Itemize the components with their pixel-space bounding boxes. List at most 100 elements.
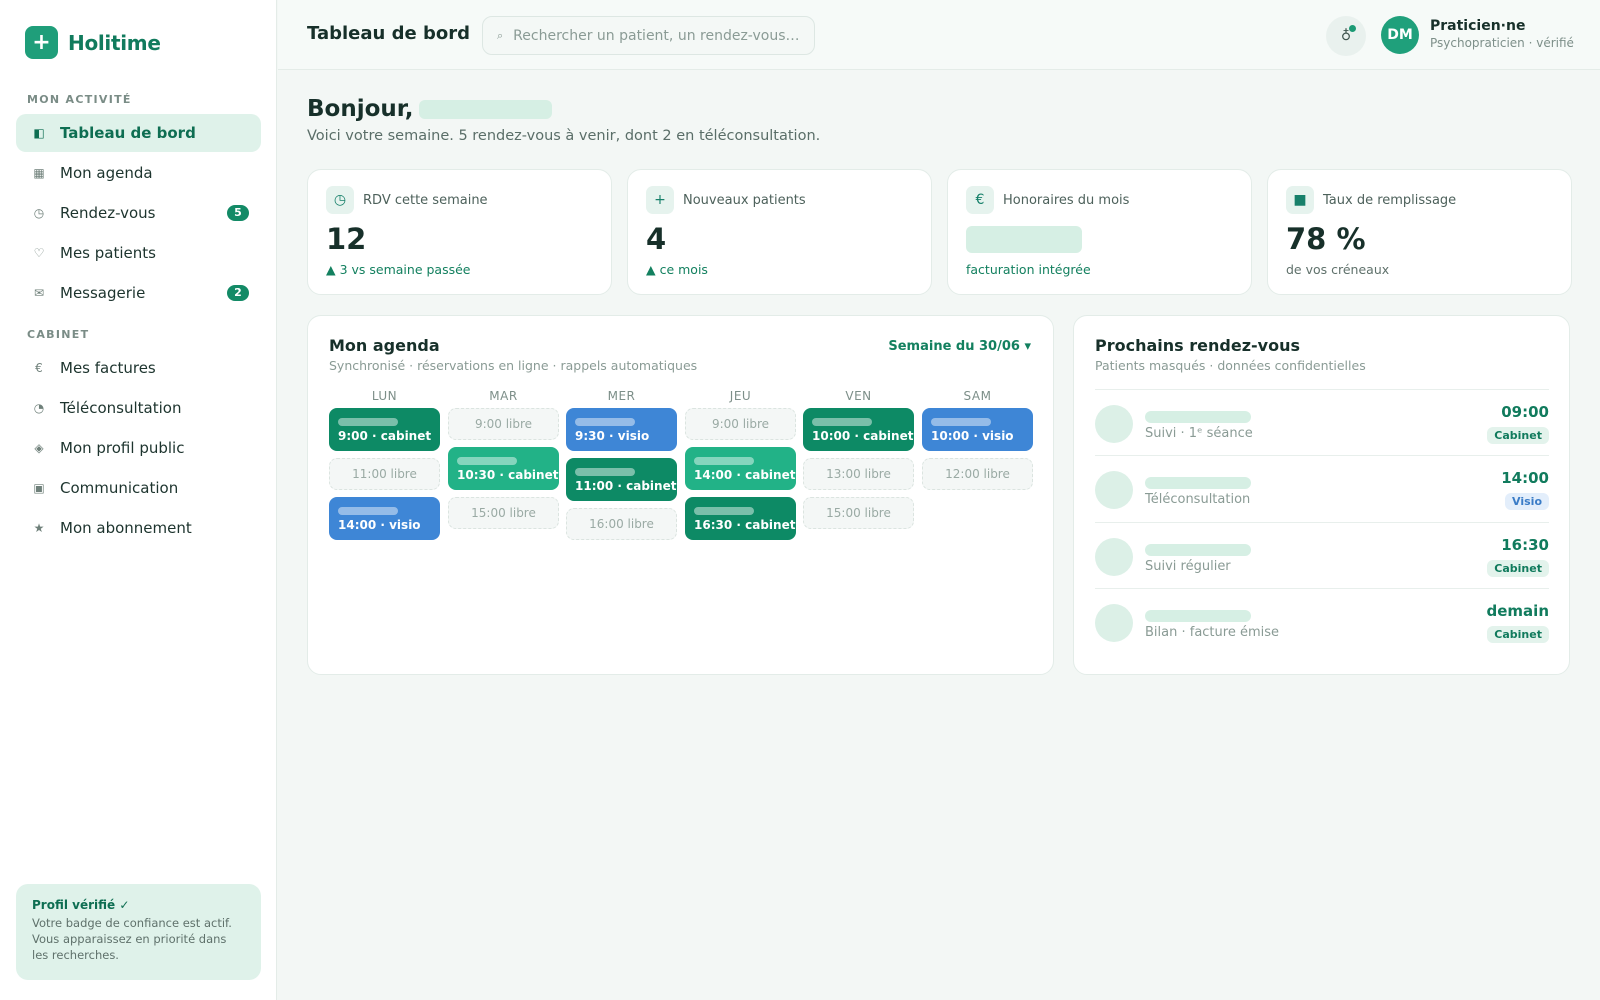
sidebar-item-label: Rendez-vous [60, 204, 156, 222]
appointment-type: Suivi régulier [1145, 559, 1231, 574]
appointment-time: 16:30 [1501, 536, 1549, 554]
day-label: MER [607, 389, 636, 403]
sidebar-item-label: Communication [60, 479, 179, 497]
logo[interactable]: + Holitime [25, 26, 161, 59]
sidebar-item-teleconsultation[interactable]: ◔ Téléconsultation [16, 389, 261, 427]
masked-patient [812, 418, 872, 426]
free-slot[interactable]: 9:00 libre [685, 408, 796, 440]
stat-card-fill-rate: ■ Taux de remplissage 78 % de vos crénea… [1267, 169, 1572, 295]
sidebar-item-invoices[interactable]: € Mes factures [16, 349, 261, 387]
section-label-activity: MON ACTIVITÉ [27, 93, 132, 106]
clock-icon: ◷ [33, 206, 45, 220]
masked-patient [694, 507, 754, 515]
euro-icon: € [35, 361, 43, 375]
masked-patient [338, 418, 398, 426]
video-icon: ◔ [33, 401, 45, 415]
sidebar-item-messages[interactable]: ✉ Messagerie 2 [16, 274, 261, 312]
clock-icon: ◷ [326, 186, 354, 214]
slot-text: 14:00 · cabinet [694, 468, 796, 482]
day-column-thu: JEU 9:00 libre 14:00 · cabinet 16:30 · c… [685, 386, 796, 540]
appointment-slot[interactable]: 11:00 · cabinet [566, 458, 677, 501]
appointment-slot[interactable]: 10:00 · cabinet [803, 408, 914, 451]
messages-count-badge: 2 [227, 285, 249, 301]
appointment-time: demain [1486, 602, 1549, 620]
free-slot[interactable]: 16:00 libre [566, 508, 677, 540]
appointment-slot[interactable]: 9:30 · visio [566, 408, 677, 451]
list-item[interactable]: Suivi régulier 16:30 Cabinet [1095, 522, 1549, 588]
plus-icon: + [646, 186, 674, 214]
plus-logo-icon: + [25, 26, 58, 59]
status-badge: Visio [1505, 493, 1549, 510]
slot-text: 10:00 · visio [931, 429, 1014, 443]
free-slot[interactable]: 13:00 libre [803, 458, 914, 490]
slot-text: 9:30 · visio [575, 429, 650, 443]
stat-label: RDV cette semaine [363, 193, 488, 208]
list-item[interactable]: Suivi · 1ᵉ séance 09:00 Cabinet [1095, 389, 1549, 455]
appointment-slot[interactable]: 16:30 · cabinet [685, 497, 796, 540]
sidebar-item-label: Mes patients [60, 244, 156, 262]
sidebar-item-public-profile[interactable]: ◈ Mon profil public [16, 429, 261, 467]
stat-value: 78 % [1286, 222, 1366, 256]
sidebar-item-label: Tableau de bord [60, 124, 196, 142]
sidebar-item-subscription[interactable]: ★ Mon abonnement [16, 509, 261, 547]
verified-profile-title: Profil vérifié ✓ [32, 898, 130, 912]
upcoming-title: Prochains rendez-vous [1095, 336, 1300, 355]
stat-value: 4 [646, 222, 667, 256]
upcoming-panel: Prochains rendez-vous Patients masqués ·… [1073, 315, 1570, 675]
verified-profile-card[interactable]: Profil vérifié ✓ Votre badge de confianc… [16, 884, 261, 980]
sidebar-item-agenda[interactable]: ▦ Mon agenda [16, 154, 261, 192]
masked-patient [1145, 610, 1251, 622]
sidebar-item-label: Mon agenda [60, 164, 153, 182]
stat-value: 12 [326, 222, 367, 256]
sidebar-item-appointments[interactable]: ◷ Rendez-vous 5 [16, 194, 261, 232]
status-badge: Cabinet [1487, 560, 1549, 577]
list-item[interactable]: Bilan · facture émise demain Cabinet [1095, 588, 1549, 654]
avatar[interactable]: DM [1381, 16, 1419, 54]
user-name: Praticien·ne [1430, 18, 1526, 34]
free-slot[interactable]: 15:00 libre [448, 497, 559, 529]
masked-patient [1145, 477, 1251, 489]
masked-patient [338, 507, 398, 515]
appointment-slot[interactable]: 10:00 · visio [922, 408, 1033, 451]
heart-icon: ♡ [33, 246, 45, 260]
euro-icon: € [966, 186, 994, 214]
masked-patient [1145, 544, 1251, 556]
sidebar-item-patients[interactable]: ♡ Mes patients [16, 234, 261, 272]
free-slot[interactable]: 11:00 libre [329, 458, 440, 490]
notifications-button[interactable]: ♁ [1326, 16, 1366, 56]
agenda-subtitle: Synchronisé · réservations en ligne · ra… [329, 358, 698, 373]
free-slot[interactable]: 12:00 libre [922, 458, 1033, 490]
masked-patient [575, 468, 635, 476]
user-role: Psychopraticien · vérifié [1430, 36, 1574, 50]
sidebar-item-label: Mon abonnement [60, 519, 192, 537]
list-item[interactable]: Téléconsultation 14:00 Visio [1095, 455, 1549, 521]
search-icon: ⌕ [497, 28, 504, 42]
free-slot[interactable]: 15:00 libre [803, 497, 914, 529]
search-input[interactable]: ⌕ Rechercher un patient, un rendez-vous… [482, 16, 815, 55]
week-selector[interactable]: Semaine du 30/06 ▾ [888, 339, 1031, 354]
sidebar-item-label: Mes factures [60, 359, 156, 377]
upcoming-subtitle: Patients masqués · données confidentiell… [1095, 358, 1366, 373]
square-icon: ■ [1286, 186, 1314, 214]
appointment-slot[interactable]: 9:00 · cabinet [329, 408, 440, 451]
slot-text: 16:30 · cabinet [694, 518, 796, 532]
sidebar-item-label: Téléconsultation [60, 399, 182, 417]
calendar-icon: ▦ [33, 166, 45, 180]
day-column-sat: SAM 10:00 · visio 12:00 libre [922, 386, 1033, 490]
stat-trend: ▲ ce mois [646, 262, 708, 277]
appointment-slot[interactable]: 14:00 · visio [329, 497, 440, 540]
sidebar-item-communication[interactable]: ▣ Communication [16, 469, 261, 507]
appointment-slot[interactable]: 14:00 · cabinet [685, 447, 796, 490]
sidebar-item-label: Messagerie [60, 284, 146, 302]
section-label-cabinet: CABINET [27, 328, 90, 341]
appointment-slot[interactable]: 10:30 · cabinet [448, 447, 559, 490]
sidebar-item-label: Mon profil public [60, 439, 185, 457]
notification-dot [1349, 25, 1356, 32]
avatar [1095, 538, 1133, 576]
day-label: SAM [963, 389, 992, 403]
avatar [1095, 604, 1133, 642]
day-label: VEN [845, 389, 872, 403]
sidebar-item-dashboard[interactable]: ◧ Tableau de bord [16, 114, 261, 152]
free-slot[interactable]: 9:00 libre [448, 408, 559, 440]
status-badge: Cabinet [1487, 427, 1549, 444]
